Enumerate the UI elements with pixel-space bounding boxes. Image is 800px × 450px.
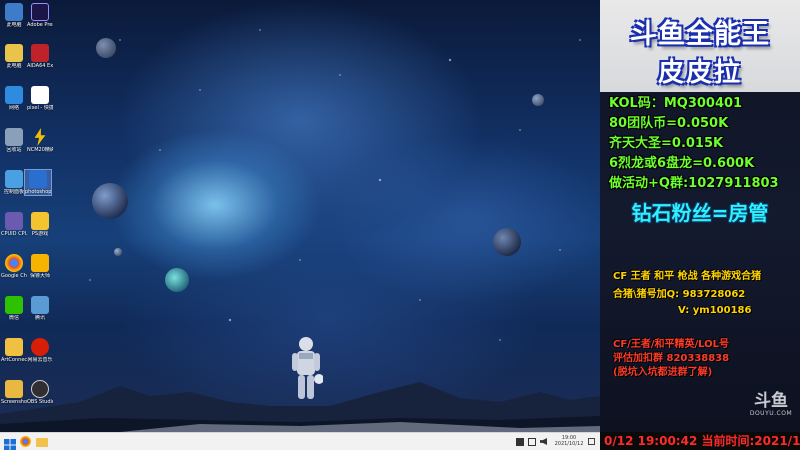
start-button[interactable] bbox=[4, 436, 16, 450]
recycle-bin-icon bbox=[5, 128, 23, 146]
document-icon bbox=[31, 86, 49, 104]
taskbar: 19:00 2021/10/12 bbox=[0, 432, 600, 450]
network-icon bbox=[528, 438, 536, 446]
tencent-icon bbox=[31, 296, 49, 314]
cpuz-icon bbox=[5, 212, 23, 230]
logo-url: DOUYU.COM bbox=[749, 410, 793, 417]
network-icon bbox=[5, 86, 23, 104]
ticker-text: 0/12 19:00:42 当前时间:2021/10 bbox=[604, 434, 800, 448]
planet-small-top bbox=[96, 38, 116, 58]
photoshop-icon bbox=[29, 170, 47, 188]
douyu-logo: 斗鱼 DOUYU.COM bbox=[746, 392, 796, 417]
clock-date: 2021/10/12 bbox=[554, 441, 584, 447]
streamer-name: 皮皮拉 bbox=[657, 58, 742, 88]
desktop-icon-tencent[interactable]: 腾讯 bbox=[27, 296, 53, 321]
desktop-icon-netease-music[interactable]: 网易云音乐 bbox=[27, 338, 53, 363]
info-line: 6烈龙或6盘龙=0.600K bbox=[609, 156, 755, 171]
volume-tray[interactable] bbox=[540, 436, 552, 448]
desktop-icon-pixel[interactable]: pixel - 快捷方式 bbox=[27, 86, 53, 111]
desktop-icon-chrome[interactable]: Google Chrome bbox=[1, 254, 27, 279]
chrome-icon bbox=[20, 436, 31, 447]
chrome-icon bbox=[5, 254, 23, 272]
desktop-icon-ncm[interactable]: NCM20精确... bbox=[27, 128, 53, 153]
planet-left bbox=[92, 183, 128, 219]
taskbar-chrome[interactable] bbox=[20, 436, 32, 448]
premiere-icon bbox=[31, 3, 49, 21]
app-icon bbox=[5, 338, 23, 356]
desktop-icon-screenshots[interactable]: Screenshots... bbox=[1, 380, 27, 405]
account-line: (脱坑入坑都进群了解) bbox=[613, 367, 713, 378]
music-icon bbox=[31, 338, 49, 356]
time-ticker: 0/12 19:00:42 当前时间:2021/10 bbox=[600, 432, 800, 450]
windows-logo-icon bbox=[4, 439, 16, 450]
desktop-icon-wechat[interactable]: 微信 bbox=[1, 296, 27, 321]
info-line: 做活动+Q群:1027911803 bbox=[609, 176, 779, 191]
wechat-icon bbox=[5, 296, 23, 314]
desktop-icon-cpuz[interactable]: CPUID CPU-Z bbox=[1, 212, 27, 237]
obs-icon bbox=[31, 380, 49, 398]
notification-icon bbox=[588, 438, 595, 445]
info-line: 齐天大圣=0.015K bbox=[609, 136, 724, 151]
planet-small-bottom bbox=[114, 248, 122, 256]
folder-icon bbox=[5, 44, 23, 62]
info-line: KOL码：MQ300401 bbox=[609, 96, 743, 111]
shield-icon bbox=[31, 254, 49, 272]
info-line: 80团队币=0.050K bbox=[609, 116, 729, 131]
app-icon bbox=[516, 438, 524, 446]
promo-line: CF 王者 和平 枪战 各种游戏合猪 bbox=[613, 271, 762, 282]
planet-right bbox=[493, 228, 521, 256]
speaker-icon bbox=[540, 438, 547, 445]
desktop-icon-bodyguard[interactable]: 保镖大师 bbox=[27, 254, 53, 279]
desktop-icon-this-pc[interactable]: 此电脑 bbox=[1, 3, 27, 28]
desktop-icon-aida64[interactable]: AIDA64 Extreme bbox=[27, 44, 53, 69]
desktop-icon-obs[interactable]: OBS Studio bbox=[27, 380, 53, 405]
desktop-icon-ps-game[interactable]: PS游戏 bbox=[27, 212, 53, 237]
taskbar-clock[interactable]: 19:00 2021/10/12 bbox=[553, 435, 585, 447]
promo-line: V: ym100186 bbox=[678, 305, 752, 316]
lightning-icon bbox=[34, 128, 46, 146]
desktop-icon-premiere[interactable]: Adobe Premie... bbox=[27, 3, 53, 28]
desktop-wallpaper: 此电脑 此电脑 网络 回收站 控制面板 CPUID CPU-Z Google C… bbox=[0, 0, 600, 432]
desktop-icon-this-pc-2[interactable]: 此电脑 bbox=[1, 44, 27, 69]
desktop-icon-control-panel[interactable]: 控制面板 bbox=[1, 170, 27, 195]
promo-line: 合猪\猪号加Q: 983728062 bbox=[613, 289, 746, 300]
account-line: CF/王者/和平精英/LOL号 bbox=[613, 339, 730, 350]
notification-button[interactable] bbox=[588, 436, 596, 448]
aida64-icon bbox=[31, 44, 49, 62]
desktop-icon-recycle-bin[interactable]: 回收站 bbox=[1, 128, 27, 153]
planet-teal bbox=[165, 268, 189, 292]
game-icon bbox=[31, 212, 49, 230]
folder-icon bbox=[36, 438, 48, 447]
astronaut-figure bbox=[292, 337, 323, 399]
network-tray[interactable] bbox=[528, 436, 540, 448]
folder-icon bbox=[5, 380, 23, 398]
account-line: 评估加扣群 820338838 bbox=[613, 353, 730, 364]
taskbar-tray-app[interactable] bbox=[516, 436, 528, 448]
screen: 此电脑 此电脑 网络 回收站 控制面板 CPUID CPU-Z Google C… bbox=[0, 0, 800, 450]
desktop-icon-artconnect[interactable]: ArtConnect... bbox=[1, 338, 27, 363]
desktop-icon-network[interactable]: 网络 bbox=[1, 86, 27, 111]
diamond-fan-notice: 钻石粉丝=房管 bbox=[631, 201, 769, 225]
control-panel-icon bbox=[5, 170, 23, 188]
logo-text: 斗鱼 bbox=[754, 391, 788, 411]
planet-top-right bbox=[532, 94, 544, 106]
desktop-icon-photoshop[interactable]: photoshop - 快捷方式 bbox=[24, 169, 52, 196]
computer-icon bbox=[5, 3, 23, 21]
brand-title: 斗鱼全能王 bbox=[630, 19, 770, 50]
stream-info-panel: 斗鱼全能王 皮皮拉 KOL码：MQ300401 80团队币=0.050K 齐天大… bbox=[600, 0, 800, 432]
taskbar-file-explorer[interactable] bbox=[36, 436, 48, 448]
